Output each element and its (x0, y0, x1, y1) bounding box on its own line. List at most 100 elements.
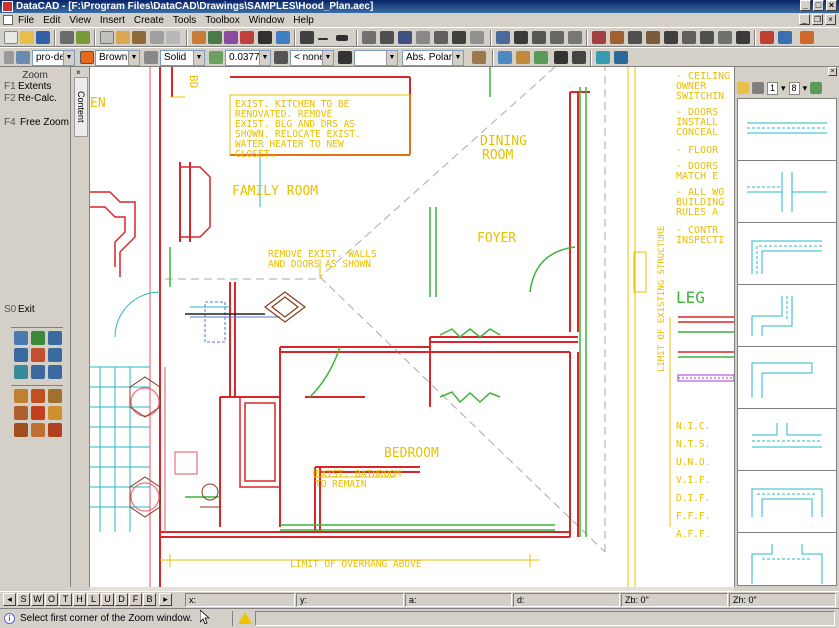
color-select[interactable]: Brown ▼ (95, 50, 140, 66)
layer-icon[interactable] (192, 31, 206, 44)
new-file-icon[interactable] (4, 31, 18, 44)
text-icon[interactable] (398, 31, 412, 44)
close-icon[interactable]: × (76, 68, 81, 77)
menu-insert[interactable]: Insert (100, 15, 125, 26)
house-side-icon[interactable] (48, 389, 62, 403)
drawing-canvas[interactable]: EXIST. KITCHEN TO BE RENOVATED. REMOVE E… (90, 67, 734, 587)
extend-icon[interactable] (682, 31, 696, 44)
tab-l[interactable]: L (87, 593, 100, 606)
copy-entity-icon[interactable] (532, 31, 546, 44)
move-icon[interactable] (496, 31, 510, 44)
shade-icon[interactable] (516, 51, 530, 64)
pan-right-icon[interactable] (48, 348, 62, 362)
doc-restore-button[interactable]: ❐ (812, 14, 823, 25)
house-nw-icon[interactable] (31, 423, 45, 437)
fillet-icon[interactable] (778, 31, 792, 44)
color-swatch-icon[interactable] (80, 51, 94, 64)
walkthrough-icon[interactable] (572, 51, 586, 64)
spell-check-icon[interactable] (76, 31, 90, 44)
ortho-icon[interactable] (472, 51, 486, 64)
print-icon[interactable] (60, 31, 74, 44)
tab-t[interactable]: T (59, 593, 72, 606)
rectangle-icon[interactable] (434, 31, 448, 44)
symbol-icon[interactable] (224, 31, 238, 44)
tab-f[interactable]: F (129, 593, 142, 606)
menu-item-recalc[interactable]: F2 Re-Calc. (0, 93, 70, 105)
stretch-icon[interactable] (514, 31, 528, 44)
save-icon[interactable] (36, 31, 50, 44)
folder-icon[interactable] (737, 82, 749, 94)
house-iso-icon[interactable] (31, 406, 45, 420)
cut-icon[interactable] (100, 31, 114, 44)
render-icon[interactable] (498, 51, 512, 64)
grid-icon[interactable] (568, 31, 582, 44)
lock-icon[interactable] (752, 82, 764, 94)
linetype-select[interactable]: Solid ▼ (160, 50, 205, 66)
zoom-previous-icon[interactable] (31, 365, 45, 379)
view-icon[interactable] (338, 51, 352, 64)
measure-icon[interactable] (628, 31, 642, 44)
mirror-copy-icon[interactable] (718, 31, 732, 44)
zoom-center-icon[interactable] (31, 348, 45, 362)
zoom-window-icon[interactable] (48, 331, 62, 345)
menu-file[interactable]: File (18, 15, 34, 26)
trim-icon[interactable] (664, 31, 678, 44)
tab-d[interactable]: D (115, 593, 128, 606)
page-chevron-icon[interactable]: ▾ (781, 83, 786, 94)
zoom-out-icon[interactable] (31, 331, 45, 345)
polygon-icon[interactable] (736, 31, 750, 44)
model-icon[interactable] (534, 51, 548, 64)
line-weight-select[interactable]: 0.037772 ▼ (225, 50, 271, 66)
undo-icon[interactable] (150, 31, 164, 44)
object-icon[interactable] (240, 31, 254, 44)
symbol-item[interactable] (738, 347, 836, 409)
change-icon[interactable] (646, 31, 660, 44)
view-select[interactable]: ▼ (354, 50, 398, 66)
tab-u[interactable]: U (101, 593, 114, 606)
menu-help[interactable]: Help (293, 15, 314, 26)
menu-window[interactable]: Window (249, 15, 285, 26)
layer-manager-icon[interactable] (16, 51, 30, 64)
none-select[interactable]: < none > ▼ (290, 50, 334, 66)
spacing-icon[interactable] (274, 51, 288, 64)
symbol-item[interactable] (738, 223, 836, 285)
copy-icon[interactable] (116, 31, 130, 44)
house-se-icon[interactable] (48, 423, 62, 437)
menu-edit[interactable]: Edit (43, 15, 60, 26)
redo-icon[interactable] (166, 31, 180, 44)
snap-icon[interactable] (300, 31, 314, 44)
document-icon[interactable] (3, 15, 13, 25)
menu-item-extents[interactable]: F1 Extents (0, 81, 70, 93)
close-button[interactable]: × (826, 0, 837, 11)
minimize-button[interactable]: _ (800, 0, 811, 11)
zoom-extents-icon[interactable] (48, 365, 62, 379)
mirror-icon[interactable] (700, 31, 714, 44)
page-field[interactable]: 1 (767, 81, 779, 95)
edit-text-icon[interactable] (800, 31, 814, 44)
scroll-left-icon[interactable]: ◂ (3, 593, 16, 606)
symbol-item[interactable] (738, 285, 836, 347)
tab-h[interactable]: H (73, 593, 86, 606)
grid-view-icon[interactable] (810, 82, 823, 94)
tab-b[interactable]: B (143, 593, 156, 606)
arc-icon[interactable] (452, 31, 466, 44)
perspective-icon[interactable] (614, 51, 628, 64)
house-back-icon[interactable] (14, 406, 28, 420)
offset-icon[interactable] (760, 31, 774, 44)
panel-close-icon[interactable]: × (828, 67, 837, 76)
house-front-icon[interactable] (31, 389, 45, 403)
menu-view[interactable]: View (69, 15, 91, 26)
erase-icon[interactable] (592, 31, 606, 44)
3d-view-icon[interactable] (596, 51, 610, 64)
house-ne-icon[interactable] (14, 423, 28, 437)
symbol-item[interactable] (738, 409, 836, 471)
pan-down-icon[interactable] (14, 365, 28, 379)
symbol-item[interactable] (738, 161, 836, 223)
linetype-icon[interactable] (144, 51, 158, 64)
menu-tools[interactable]: Tools (173, 15, 196, 26)
hatch-icon[interactable] (416, 31, 430, 44)
paste-icon[interactable] (132, 31, 146, 44)
page-count-chevron-icon[interactable]: ▾ (803, 83, 808, 94)
doc-close-button[interactable]: × (825, 14, 836, 25)
symbol-list[interactable] (737, 98, 837, 586)
